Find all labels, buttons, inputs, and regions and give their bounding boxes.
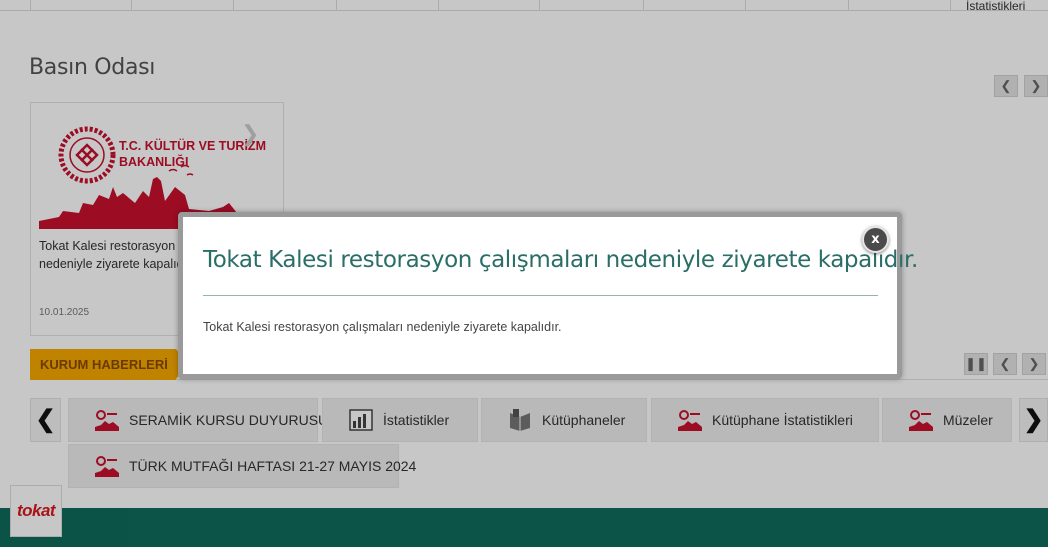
modal-body-text: Tokat Kalesi restorasyon çalışmaları ned…: [203, 320, 562, 334]
close-icon: x: [871, 232, 880, 247]
announcement-modal: Tokat Kalesi restorasyon çalışmaları ned…: [178, 212, 918, 379]
modal-close-button[interactable]: x: [862, 226, 889, 253]
modal-title: Tokat Kalesi restorasyon çalışmaları ned…: [203, 247, 918, 273]
modal-divider: [203, 295, 878, 296]
